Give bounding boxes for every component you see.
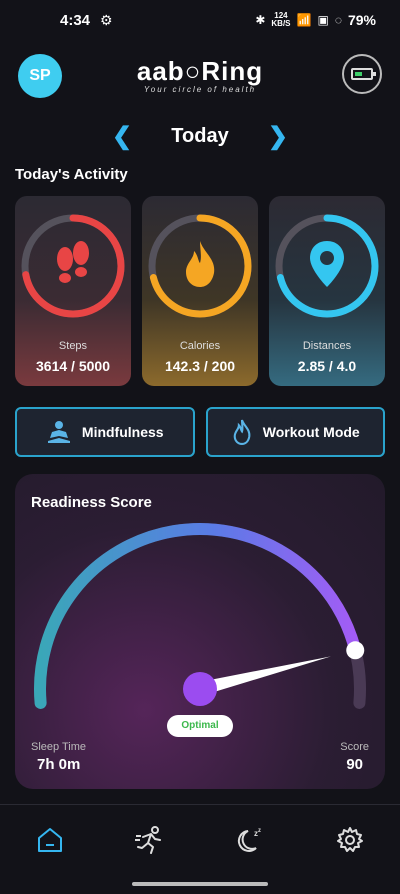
distance-label: Distances bbox=[302, 340, 352, 352]
running-icon bbox=[135, 826, 161, 854]
device-battery-button[interactable] bbox=[342, 54, 382, 94]
steps-label: Steps bbox=[58, 340, 88, 352]
tab-workout[interactable] bbox=[100, 810, 200, 870]
svg-text:z: z bbox=[258, 828, 261, 834]
tab-home[interactable] bbox=[0, 810, 100, 870]
steps-value: 3614 / 5000 bbox=[36, 358, 110, 374]
app-header: SP aab○Ring Your circle of health bbox=[0, 46, 400, 106]
optimal-badge: Optimal bbox=[167, 715, 233, 737]
mindfulness-label: Mindfulness bbox=[81, 424, 164, 440]
flame-outline-icon bbox=[233, 419, 251, 445]
settings-status-icon: ⚙ bbox=[100, 11, 113, 28]
status-time: 4:34 bbox=[60, 11, 91, 29]
home-icon bbox=[38, 828, 62, 852]
notification-icon: ▣ bbox=[317, 13, 329, 27]
flame-icon bbox=[142, 239, 258, 294]
sleep-time-label: Sleep Time bbox=[31, 741, 87, 753]
activity-cards: Steps 3614 / 5000 Calories 142.3 / 200 D… bbox=[15, 196, 385, 386]
logo-tagline: Your circle of health bbox=[143, 85, 257, 94]
bottom-tab-bar: z z bbox=[0, 810, 400, 870]
network-speed: 124 KB/S bbox=[271, 12, 290, 28]
gear-icon bbox=[337, 827, 363, 852]
prev-day-button[interactable]: ❮ bbox=[112, 122, 132, 151]
date-label: Today bbox=[171, 124, 229, 147]
footprints-icon bbox=[15, 239, 131, 294]
calories-card[interactable]: Calories 142.3 / 200 bbox=[142, 196, 258, 386]
meditation-icon bbox=[47, 421, 70, 443]
tab-settings[interactable] bbox=[300, 810, 400, 870]
sleep-time-value: 7h 0m bbox=[37, 756, 81, 773]
status-bar: 4:34 ⚙ ✱ 124 KB/S 📶 ▣ ◌ 79% bbox=[0, 0, 400, 40]
tab-sleep[interactable]: z z bbox=[200, 810, 300, 870]
calories-label: Calories bbox=[179, 340, 221, 352]
sleep-moon-icon: z z bbox=[237, 828, 261, 852]
date-navigator: ❮ Today ❯ bbox=[0, 116, 400, 156]
battery-percent: 79% bbox=[347, 12, 376, 28]
mode-buttons: Mindfulness Workout Mode bbox=[15, 407, 385, 457]
workout-label: Workout Mode bbox=[262, 424, 360, 440]
next-day-button[interactable]: ❯ bbox=[268, 122, 288, 151]
status-right: ✱ 124 KB/S 📶 ▣ ◌ 79% bbox=[255, 12, 376, 29]
steps-card[interactable]: Steps 3614 / 5000 bbox=[15, 196, 131, 386]
distance-value: 2.85 / 4.0 bbox=[297, 358, 357, 374]
location-pin-icon bbox=[269, 239, 385, 294]
device-battery-icon bbox=[351, 68, 376, 80]
activity-title: Today's Activity bbox=[15, 166, 128, 183]
logo-text: aab○Ring bbox=[136, 56, 264, 86]
system-home-indicator[interactable] bbox=[132, 882, 268, 886]
workout-mode-button[interactable]: Workout Mode bbox=[205, 407, 385, 457]
bluetooth-icon: ✱ bbox=[255, 13, 266, 27]
distance-card[interactable]: Distances 2.85 / 4.0 bbox=[269, 196, 385, 386]
tabbar-divider bbox=[0, 804, 400, 805]
score-value: 90 bbox=[346, 756, 363, 773]
battery-ring-icon: ◌ bbox=[334, 13, 342, 27]
app-logo: aab○Ring Your circle of health bbox=[0, 56, 400, 94]
score-label: Score bbox=[340, 741, 369, 753]
readiness-card[interactable]: Readiness Score Optimal Sleep Time 7h 0m… bbox=[15, 474, 385, 789]
calories-value: 142.3 / 200 bbox=[164, 358, 236, 374]
mindfulness-button[interactable]: Mindfulness bbox=[15, 407, 195, 457]
network-speed-unit: KB/S bbox=[271, 19, 291, 28]
wifi-icon: 📶 bbox=[296, 13, 312, 27]
